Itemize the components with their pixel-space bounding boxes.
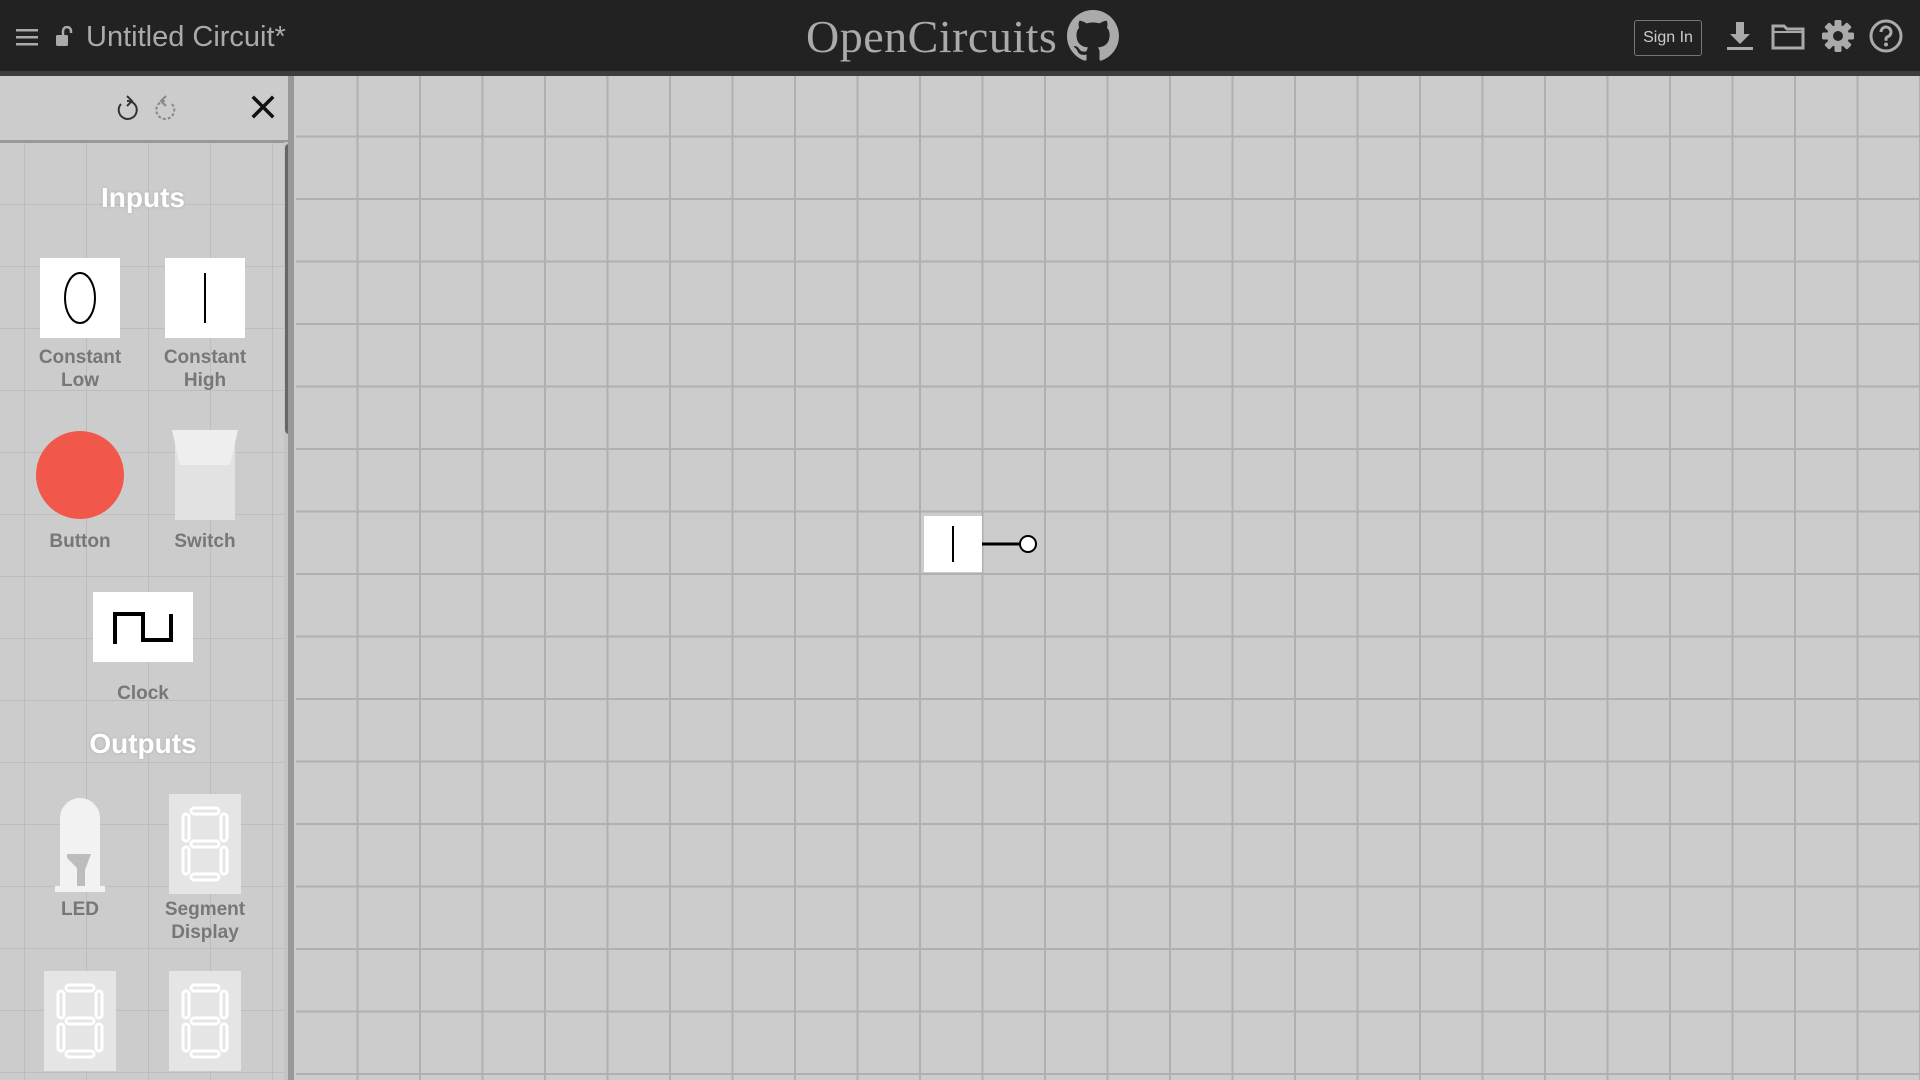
lock-icon[interactable] <box>54 26 74 48</box>
top-bar: OpenCircuits Sign In <box>0 0 1920 71</box>
clock-icon <box>93 592 193 662</box>
menu-icon[interactable] <box>14 24 40 50</box>
gear-icon[interactable] <box>1820 18 1856 54</box>
ascii-display-item[interactable] <box>143 971 267 1071</box>
close-icon[interactable] <box>248 92 278 122</box>
segment-display-label: Segment Display <box>164 899 246 943</box>
inputs-section-title: Inputs <box>101 182 185 213</box>
constant-high-icon <box>165 258 245 338</box>
undo-icon[interactable] <box>112 94 142 124</box>
sidebar-header <box>0 76 294 143</box>
constant-high-item[interactable]: Constant High <box>143 258 267 392</box>
item-nav-sidebar: Inputs Constant Low Constant High Button S… <box>0 76 294 1080</box>
led-label: LED <box>61 899 99 920</box>
segment-display-icon <box>169 794 241 894</box>
switch-icon <box>172 430 238 520</box>
constant-low-label: Constant Low <box>38 347 122 391</box>
sidebar-border <box>288 76 294 1080</box>
segment-display-item[interactable]: Segment Display <box>143 794 267 944</box>
constant-low-icon <box>40 258 120 338</box>
circuit-canvas[interactable] <box>296 76 1920 1080</box>
button-item[interactable]: Button <box>18 430 142 553</box>
circuit-name-input[interactable] <box>84 16 488 58</box>
bcd-display-icon <box>44 971 116 1071</box>
github-icon[interactable] <box>1067 10 1120 62</box>
folder-icon[interactable] <box>1770 18 1806 54</box>
switch-label: Switch <box>174 531 236 552</box>
brand-name: OpenCircuits <box>806 10 1058 62</box>
constant-low-item[interactable]: Constant Low <box>18 258 142 392</box>
sign-in-button[interactable]: Sign In <box>1634 20 1702 56</box>
button-icon <box>36 431 124 519</box>
switch-item[interactable]: Switch <box>143 430 267 553</box>
led-icon <box>55 798 105 892</box>
constant-high-component[interactable] <box>924 516 1064 606</box>
bcd-display-item[interactable] <box>18 971 142 1071</box>
redo-icon[interactable] <box>151 94 181 124</box>
clock-item[interactable]: Clock <box>81 592 205 705</box>
download-icon[interactable] <box>1722 18 1758 54</box>
ascii-display-icon <box>169 971 241 1071</box>
button-label: Button <box>49 531 111 552</box>
led-item[interactable]: LED <box>18 794 142 921</box>
brand: OpenCircuits <box>806 8 1120 64</box>
outputs-section-title: Outputs <box>89 728 197 759</box>
clock-label: Clock <box>117 683 169 704</box>
constant-high-label: Constant High <box>163 347 247 391</box>
help-icon[interactable] <box>1868 18 1904 54</box>
